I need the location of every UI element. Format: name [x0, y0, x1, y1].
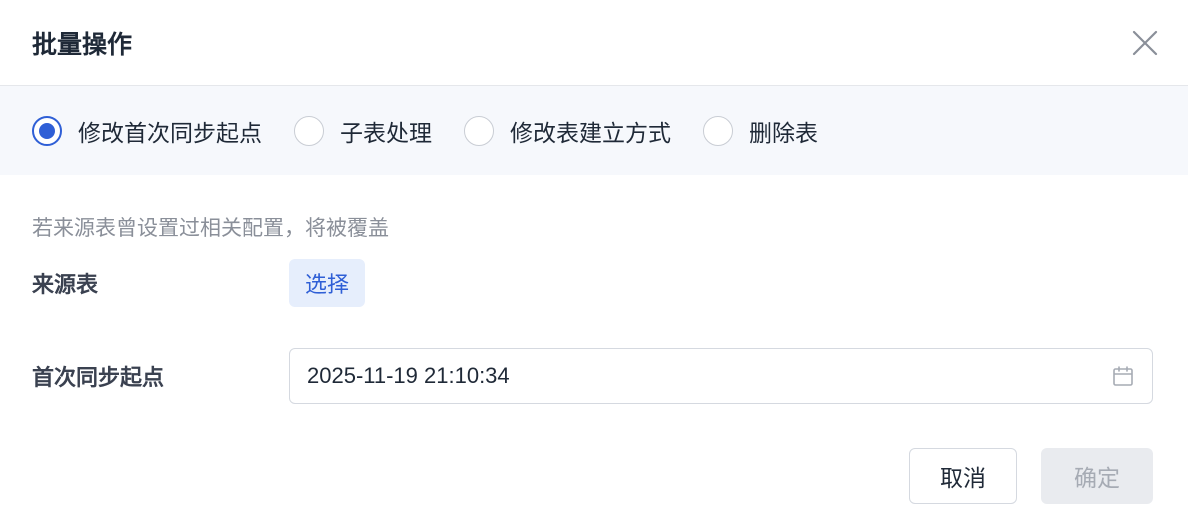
form-body: 若来源表曾设置过相关配置，将被覆盖 来源表 选择 首次同步起点 2025-11-…	[0, 215, 1188, 404]
radio-modify-table-creation[interactable]: 修改表建立方式	[464, 114, 671, 148]
dialog-footer: 取消 确定	[909, 448, 1153, 504]
overwrite-hint: 若来源表曾设置过相关配置，将被覆盖	[32, 217, 389, 240]
radio-label: 子表处理	[340, 119, 432, 146]
radio-label: 删除表	[749, 119, 818, 146]
radio-delete-table[interactable]: 删除表	[703, 114, 818, 148]
select-source-button[interactable]: 选择	[289, 259, 366, 307]
dialog-header: 批量操作	[0, 0, 1188, 86]
close-button[interactable]	[1130, 28, 1160, 58]
radio-button-checked[interactable]	[32, 115, 62, 146]
cancel-button[interactable]: 取消	[909, 448, 1017, 504]
calendar-icon[interactable]	[1112, 365, 1134, 387]
start-point-row: 首次同步起点 2025-11-19 21:10:34	[32, 348, 1153, 404]
radio-modify-start-point[interactable]: 修改首次同步起点	[32, 114, 262, 148]
batch-operation-dialog: 批量操作 修改首次同步起点 子表处理 修改表建立方式 删除表 若来源表曾设置过相…	[0, 0, 1188, 527]
close-icon	[1132, 30, 1158, 55]
radio-subtable-handling[interactable]: 子表处理	[294, 114, 432, 148]
radio-button[interactable]	[703, 115, 733, 146]
start-point-date-input[interactable]: 2025-11-19 21:10:34	[289, 348, 1153, 404]
radio-button[interactable]	[294, 115, 324, 146]
source-table-row: 来源表 选择	[32, 259, 1153, 307]
radio-label: 修改首次同步起点	[78, 119, 262, 146]
start-point-label: 首次同步起点	[32, 365, 165, 390]
dialog-title: 批量操作	[32, 30, 133, 59]
source-table-label: 来源表	[32, 272, 99, 297]
radio-label: 修改表建立方式	[510, 119, 671, 146]
date-value: 2025-11-19 21:10:34	[307, 363, 510, 388]
operation-type-radio-group: 修改首次同步起点 子表处理 修改表建立方式 删除表	[0, 86, 1188, 175]
confirm-button[interactable]: 确定	[1041, 448, 1153, 504]
radio-button[interactable]	[464, 115, 494, 146]
